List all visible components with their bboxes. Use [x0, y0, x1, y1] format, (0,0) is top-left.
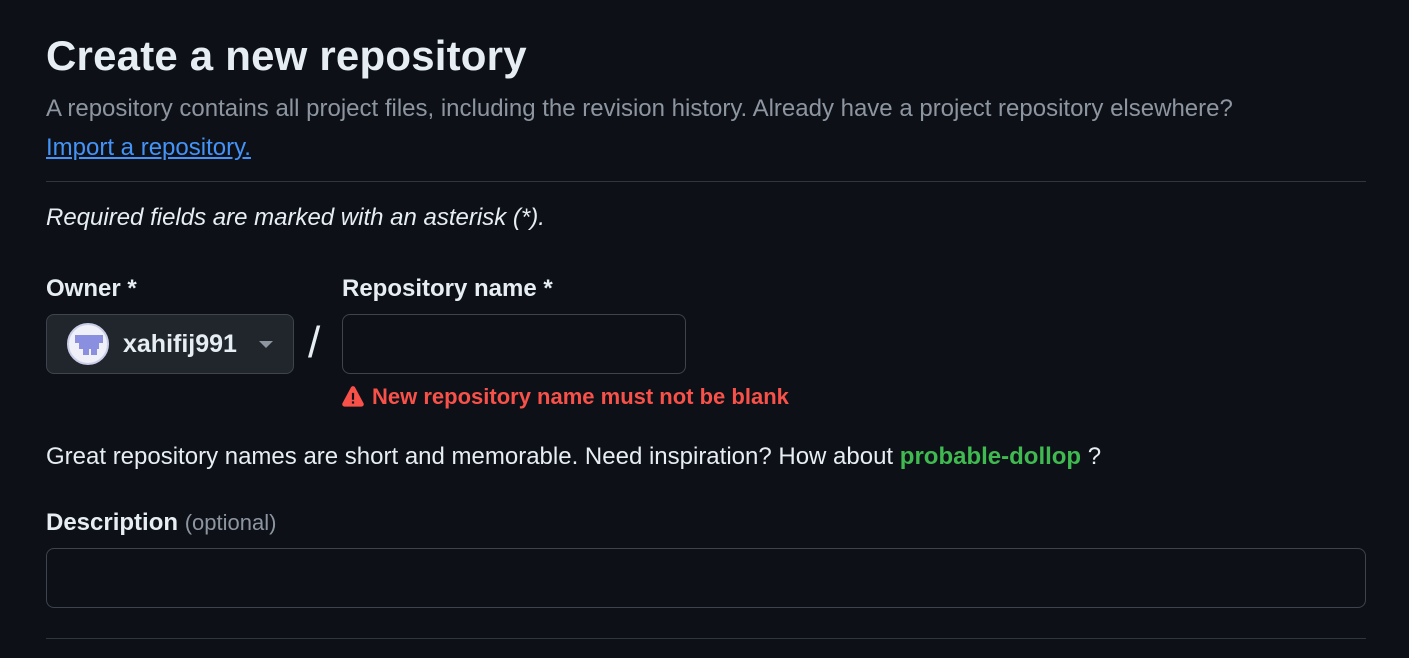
description-label: Description (optional) [46, 509, 276, 537]
owner-label: Owner * [46, 275, 137, 302]
page-title: Create a new repository [46, 32, 527, 79]
hint-text: Great repository names are short and mem… [46, 443, 894, 470]
import-repository-link[interactable]: Import a repository. [46, 134, 251, 162]
required-fields-note: Required fields are marked with an aster… [46, 204, 545, 231]
description-input[interactable] [46, 548, 1366, 608]
owner-repo-separator: / [308, 318, 321, 367]
owner-name: xahifij991 [123, 329, 237, 358]
alert-icon [342, 386, 364, 407]
repository-name-label: Repository name * [342, 275, 553, 302]
owner-dropdown[interactable]: xahifij991 [46, 314, 294, 374]
hint-suffix: ? [1087, 443, 1102, 470]
divider [46, 181, 1366, 182]
error-text: New repository name must not be blank [372, 384, 789, 409]
chevron-down-icon [258, 340, 273, 348]
description-label-text: Description [46, 509, 179, 536]
suggested-name[interactable]: probable-dollop [900, 443, 1081, 470]
repository-name-error: New repository name must not be blank [342, 384, 789, 410]
avatar [67, 323, 109, 365]
name-hint: Great repository names are short and mem… [46, 443, 1101, 471]
divider [46, 638, 1366, 639]
optional-tag: (optional) [184, 510, 277, 535]
repository-name-input[interactable] [342, 314, 686, 374]
page-subtitle: A repository contains all project files,… [46, 95, 1233, 122]
